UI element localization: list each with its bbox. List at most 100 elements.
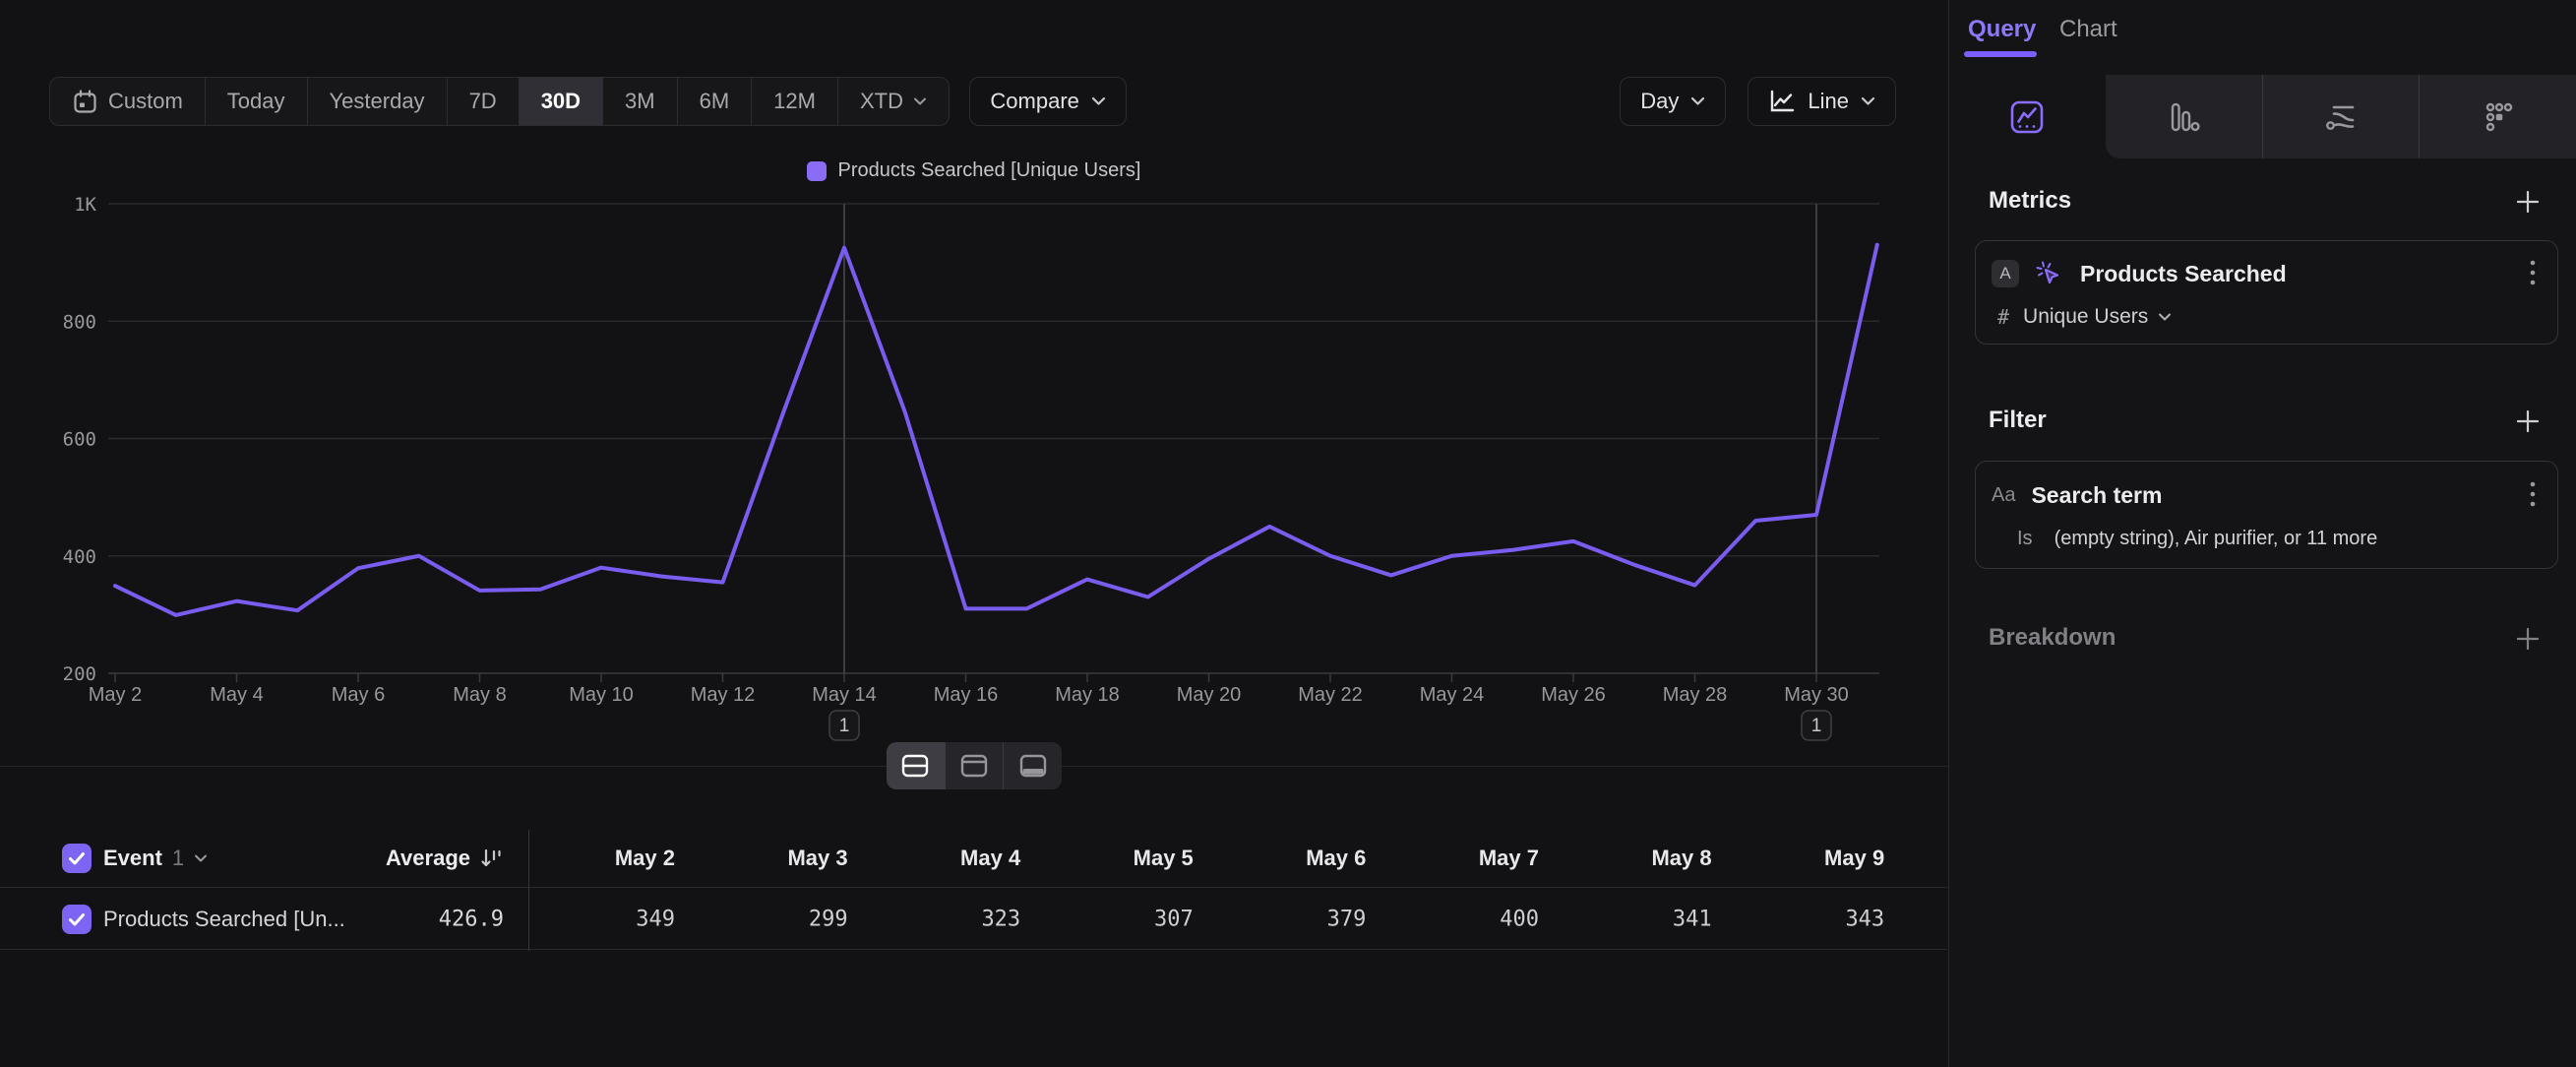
add-breakdown-button[interactable] bbox=[2511, 622, 2545, 656]
date-cell-value: 341 bbox=[1555, 907, 1712, 931]
retention-dots-icon bbox=[2481, 99, 2516, 135]
column-divider bbox=[528, 830, 529, 951]
row-average-value: 426.9 bbox=[346, 907, 504, 931]
main-panel: CustomTodayYesterday7D30D3M6M12MXTD Comp… bbox=[0, 0, 1947, 1067]
layout-toggle bbox=[887, 742, 1062, 789]
layout-table-only-icon bbox=[1018, 753, 1048, 779]
metric-options-button[interactable] bbox=[2522, 255, 2544, 293]
date-column-header[interactable]: May 4 bbox=[863, 846, 1020, 871]
x-axis-tick-label: May 16 bbox=[934, 684, 999, 706]
x-axis-tick-label: May 26 bbox=[1541, 684, 1606, 706]
x-axis-tick-label: May 14 bbox=[812, 684, 877, 706]
filter-heading: Filter bbox=[1989, 407, 2047, 434]
series-line-products-searched[interactable] bbox=[115, 245, 1877, 615]
x-axis-tick-label: May 24 bbox=[1420, 684, 1485, 706]
x-axis-tick-label: May 20 bbox=[1177, 684, 1242, 706]
active-tab-underline bbox=[1964, 51, 2037, 57]
report-tab-funnels[interactable] bbox=[2106, 75, 2262, 158]
analytics-app: CustomTodayYesterday7D30D3M6M12MXTD Comp… bbox=[0, 0, 2576, 1067]
breakdown-heading: Breakdown bbox=[1989, 624, 2116, 652]
x-axis-tick-label: May 4 bbox=[210, 684, 263, 706]
layout-split-button[interactable] bbox=[887, 742, 945, 789]
filter-operator: Is bbox=[2017, 528, 2033, 550]
event-count: 1 bbox=[172, 846, 184, 871]
flows-icon bbox=[2322, 99, 2360, 135]
property-type-badge: Aa bbox=[1992, 484, 2015, 507]
filter-options-button[interactable] bbox=[2522, 476, 2544, 515]
x-axis-tick-label: May 2 bbox=[89, 684, 142, 706]
average-label: Average bbox=[386, 846, 470, 871]
layout-split-icon bbox=[900, 753, 930, 779]
check-icon bbox=[68, 851, 86, 865]
x-axis-tick-label: May 8 bbox=[453, 684, 506, 706]
annotation-badge-label: 1 bbox=[1811, 716, 1822, 736]
add-filter-button[interactable] bbox=[2511, 405, 2545, 438]
tab-query[interactable]: Query bbox=[1968, 16, 2036, 43]
x-axis-tick-label: May 22 bbox=[1298, 684, 1363, 706]
date-column-header[interactable]: May 5 bbox=[1036, 846, 1194, 871]
date-cell-value: 400 bbox=[1381, 907, 1539, 931]
check-icon bbox=[68, 912, 86, 926]
date-column-header[interactable]: May 8 bbox=[1555, 846, 1712, 871]
event-label: Event bbox=[103, 846, 162, 871]
date-column-header[interactable]: May 2 bbox=[518, 846, 675, 871]
x-axis-tick-label: May 18 bbox=[1055, 684, 1120, 706]
x-axis-tick-label: May 10 bbox=[569, 684, 634, 706]
query-sidebar: Query Chart Metrics A Produc bbox=[1948, 0, 2576, 1067]
date-cell-value: 349 bbox=[518, 907, 675, 931]
y-axis-tick-label: 800 bbox=[63, 311, 96, 333]
x-axis-tick-label: May 12 bbox=[691, 684, 756, 706]
kebab-icon bbox=[2530, 259, 2536, 286]
date-cell-value: 299 bbox=[691, 907, 848, 931]
y-axis-tick-label: 600 bbox=[63, 429, 96, 451]
x-axis-tick-label: May 6 bbox=[332, 684, 385, 706]
sort-icon bbox=[478, 846, 504, 871]
aggregation-selector[interactable]: Unique Users bbox=[2023, 305, 2172, 329]
report-tab-retention[interactable] bbox=[2419, 75, 2576, 158]
metric-card[interactable]: A Products Searched # Unique Users bbox=[1975, 240, 2558, 345]
layout-table-only-button[interactable] bbox=[1003, 742, 1062, 789]
date-column-header[interactable]: May 9 bbox=[1727, 846, 1884, 871]
date-column-header[interactable]: May 6 bbox=[1208, 846, 1366, 871]
filter-value[interactable]: (empty string), Air purifier, or 11 more bbox=[2055, 528, 2378, 550]
kebab-icon bbox=[2530, 480, 2536, 508]
table-header-row: Event 1 Average May 2 May 3 May 4 May 5 May … bbox=[0, 830, 1947, 888]
funnel-bars-icon bbox=[2166, 99, 2201, 135]
y-axis-tick-label: 200 bbox=[63, 663, 96, 685]
chevron-down-icon bbox=[194, 854, 208, 863]
filter-card[interactable]: Aa Search term Is (empty string), Air pu… bbox=[1975, 461, 2558, 569]
report-tab-insights[interactable] bbox=[1949, 75, 2106, 158]
metric-letter-badge: A bbox=[1992, 260, 2019, 287]
filter-property-name: Search term bbox=[2031, 482, 2162, 509]
tab-chart[interactable]: Chart bbox=[2059, 16, 2117, 43]
average-column-header[interactable]: Average bbox=[325, 846, 504, 871]
x-axis-tick-label: May 30 bbox=[1784, 684, 1849, 706]
plus-icon bbox=[2514, 625, 2542, 653]
event-column-header[interactable]: Event 1 bbox=[103, 846, 208, 871]
annotation-badge-label: 1 bbox=[839, 716, 850, 736]
row-checkbox[interactable] bbox=[62, 905, 92, 934]
report-tab-flows[interactable] bbox=[2262, 75, 2420, 158]
plus-icon bbox=[2514, 188, 2542, 216]
select-all-checkbox[interactable] bbox=[62, 844, 92, 873]
breakdown-table: Event 1 Average May 2 May 3 May 4 May 5 May … bbox=[0, 830, 1947, 951]
date-column-header[interactable]: May 3 bbox=[691, 846, 848, 871]
event-click-icon bbox=[2033, 258, 2064, 289]
y-axis-tick-label: 400 bbox=[63, 546, 96, 568]
layout-chart-only-button[interactable] bbox=[945, 742, 1004, 789]
plus-icon bbox=[2514, 408, 2542, 435]
row-event-name: Products Searched [Un... bbox=[103, 907, 345, 932]
x-axis-tick-label: May 28 bbox=[1663, 684, 1728, 706]
line-chart[interactable]: 200 400 600 800 1K May 2 May 4 May 6 May 8 May 10… bbox=[0, 0, 1947, 760]
add-metric-button[interactable] bbox=[2511, 185, 2545, 219]
metric-name: Products Searched bbox=[2080, 261, 2287, 287]
layout-chart-only-icon bbox=[959, 753, 989, 779]
date-cell-value: 323 bbox=[863, 907, 1020, 931]
aggregation-label: Unique Users bbox=[2023, 305, 2148, 329]
table-row[interactable]: Products Searched [Un... 426.9 349 299 323… bbox=[0, 889, 1947, 950]
date-column-header[interactable]: May 7 bbox=[1381, 846, 1539, 871]
chevron-down-icon bbox=[2158, 313, 2172, 322]
date-cell-value: 307 bbox=[1036, 907, 1194, 931]
report-type-tabs bbox=[1949, 75, 2576, 158]
y-axis-tick-label: 1K bbox=[74, 194, 96, 216]
